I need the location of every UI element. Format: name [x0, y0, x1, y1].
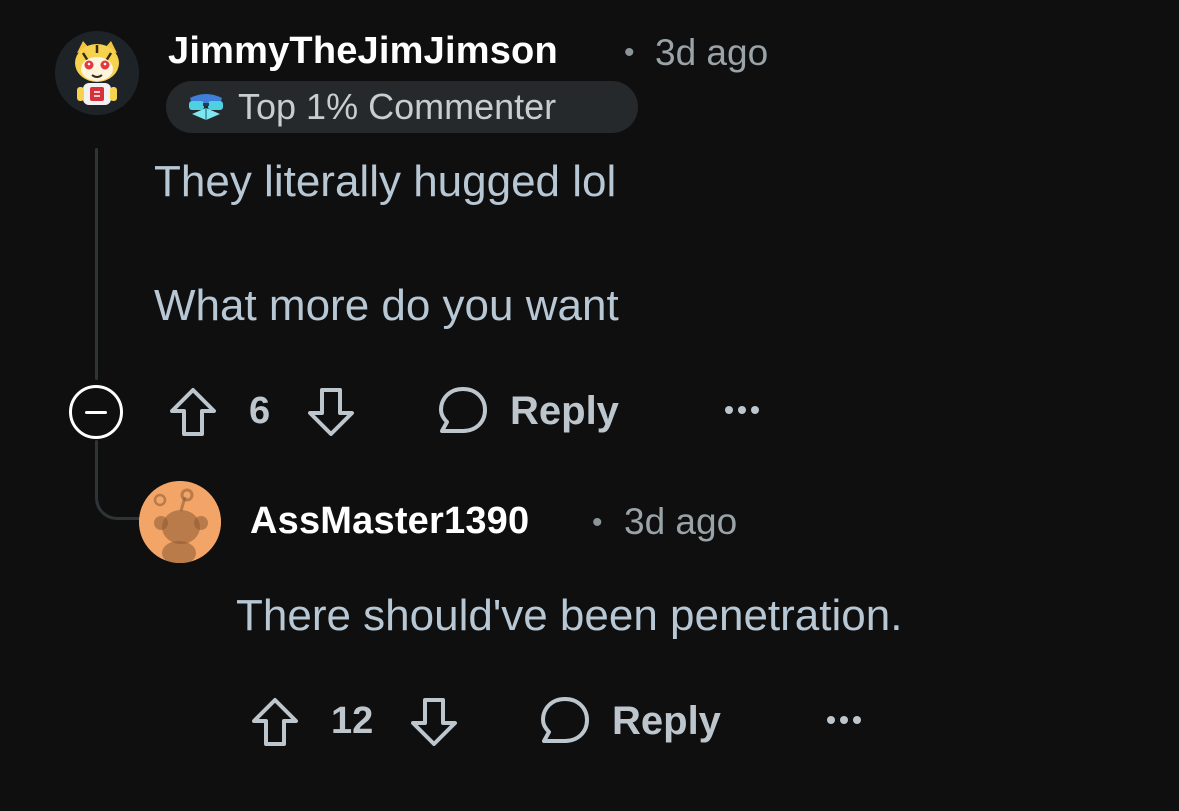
- snoo-tiger-avatar-icon: [55, 31, 139, 115]
- flair-label: Top 1% Commenter: [238, 86, 557, 127]
- comment-body-line: There should've been penetration.: [236, 591, 903, 640]
- more-dots-icon: [725, 406, 759, 414]
- reply-label: Reply: [612, 698, 721, 743]
- upvote-button[interactable]: [168, 386, 218, 438]
- comment-body-line: What more do you want: [154, 281, 619, 330]
- downvote-button[interactable]: [409, 696, 459, 748]
- meta-separator: •: [592, 506, 603, 539]
- upvote-arrow-icon: [170, 388, 216, 436]
- comment-bubble-icon: [541, 697, 589, 743]
- comment-timestamp[interactable]: 3d ago: [655, 32, 768, 74]
- comment-username[interactable]: JimmyTheJimJimson: [168, 30, 558, 73]
- downvote-arrow-icon: [411, 698, 457, 746]
- vote-count: 6: [249, 390, 270, 433]
- thread-line[interactable]: [95, 148, 98, 380]
- user-avatar[interactable]: [139, 481, 221, 563]
- reply-label: Reply: [510, 388, 619, 433]
- comment-thread: JimmyTheJimJimson • 3d ago Top 1% Commen…: [0, 0, 1179, 811]
- upvote-arrow-icon: [252, 698, 298, 746]
- more-dots-icon: [827, 716, 861, 724]
- vote-count: 12: [331, 700, 373, 743]
- comment-username[interactable]: AssMaster1390: [250, 500, 529, 543]
- downvote-button[interactable]: [306, 386, 356, 438]
- sunglasses-snoo-icon: [189, 94, 223, 120]
- user-flair-badge: Top 1% Commenter: [166, 81, 638, 133]
- more-options-button[interactable]: [723, 390, 761, 430]
- comment-timestamp[interactable]: 3d ago: [624, 501, 737, 543]
- reply-button[interactable]: Reply: [538, 694, 721, 748]
- user-avatar[interactable]: [55, 31, 139, 115]
- comment-body-line: They literally hugged lol: [154, 157, 617, 206]
- downvote-arrow-icon: [308, 388, 354, 436]
- vote-count-value: 6: [249, 390, 271, 432]
- vote-count-value: 12: [331, 700, 374, 742]
- reply-button[interactable]: Reply: [436, 384, 619, 438]
- meta-separator: •: [624, 36, 635, 69]
- thread-branch-line: [95, 468, 143, 520]
- upvote-button[interactable]: [250, 696, 300, 748]
- default-snoo-avatar-icon: [139, 481, 221, 563]
- collapse-thread-button[interactable]: [69, 385, 123, 439]
- more-options-button[interactable]: [825, 700, 863, 740]
- comment-bubble-icon: [439, 387, 487, 433]
